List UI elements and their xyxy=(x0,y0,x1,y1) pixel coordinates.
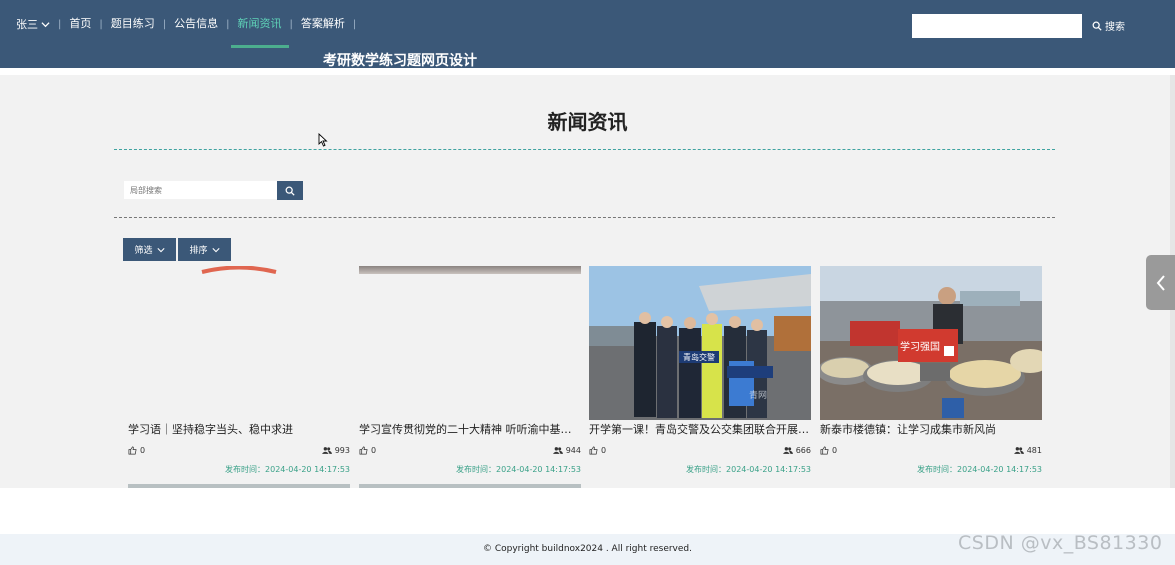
views: 944 xyxy=(552,444,581,456)
chevron-down-icon xyxy=(41,21,50,27)
nav-divider: | xyxy=(162,18,167,30)
sign-text: 青岛交警 xyxy=(683,352,715,362)
nav-divider: | xyxy=(99,18,103,30)
search-icon xyxy=(1092,21,1102,31)
news-thumbnail[interactable]: 青岛交警 青网 xyxy=(589,266,811,420)
search-label: 搜索 xyxy=(1105,22,1125,33)
chevron-down-icon xyxy=(156,247,165,252)
search-divider xyxy=(114,217,1055,218)
likes[interactable]: 0 xyxy=(820,444,837,456)
photo-watermark: 青网 xyxy=(749,389,767,401)
local-search-input[interactable] xyxy=(124,181,277,199)
nav-divider: | xyxy=(289,18,293,30)
likes[interactable]: 0 xyxy=(128,444,145,456)
news-card[interactable]: 学习语｜坚持稳字当头、稳中求进 0 993 发布时间：2024-04-20 14… xyxy=(128,266,350,475)
top-navbar: 张三 | 首页 | 题目练习 | 公告信息 | 新闻资讯 | 答案解析 | 搜索… xyxy=(0,0,1175,69)
thumbs-up-icon xyxy=(128,446,137,454)
title-divider xyxy=(114,149,1055,150)
sign-text: 学习强国 xyxy=(900,340,940,353)
users-icon xyxy=(782,446,793,454)
nav-divider: | xyxy=(226,18,230,30)
search-input[interactable] xyxy=(912,14,1082,38)
chevron-left-icon xyxy=(1156,274,1165,291)
main-nav: 张三 | 首页 | 题目练习 | 公告信息 | 新闻资讯 | 答案解析 | xyxy=(0,0,364,48)
next-row-card-edge xyxy=(128,484,350,488)
publish-date: 发布时间：2024-04-20 14:17:53 xyxy=(686,465,811,474)
users-icon xyxy=(321,446,332,454)
news-card[interactable]: 学习强国 新泰市楼德镇：让学习成集市新风尚 0 481 发布时间：2024-04… xyxy=(820,266,1042,475)
news-title[interactable]: 开学第一课！青岛交警及公交集团联合开展交通安全进校园活动 xyxy=(589,422,809,438)
side-panel-toggle[interactable] xyxy=(1146,255,1175,310)
views: 481 xyxy=(1013,444,1042,456)
sort-button[interactable]: 排序 xyxy=(178,238,231,261)
likes[interactable]: 0 xyxy=(359,444,376,456)
nav-news[interactable]: 新闻资讯 xyxy=(230,0,289,48)
next-row-card-edge xyxy=(359,484,581,488)
copyright-text: © Copyright buildnox2024 . All right res… xyxy=(482,544,692,554)
publish-date: 发布时间：2024-04-20 14:17:53 xyxy=(225,465,350,474)
news-thumbnail[interactable]: 学习强国 xyxy=(820,266,1042,420)
nav-practice[interactable]: 题目练习 xyxy=(111,0,155,48)
users-icon xyxy=(552,446,563,454)
sort-label: 排序 xyxy=(189,246,208,256)
search-button[interactable]: 搜索 xyxy=(1092,18,1125,33)
user-name: 张三 xyxy=(16,18,38,31)
news-card[interactable]: 学习宣传贯彻党的二十大精神 听听渝中基层干部怎么说 0 944 发布时间：202… xyxy=(359,266,581,475)
news-title[interactable]: 学习语｜坚持稳字当头、稳中求进 xyxy=(128,422,348,438)
views: 993 xyxy=(321,444,350,456)
nav-announcements[interactable]: 公告信息 xyxy=(174,0,218,48)
user-menu[interactable]: 张三 xyxy=(16,16,50,32)
site-title: 考研数学练习题网页设计 xyxy=(323,53,477,69)
news-thumbnail[interactable] xyxy=(359,266,581,420)
publish-date: 发布时间：2024-04-20 14:17:53 xyxy=(917,465,1042,474)
nav-divider: | xyxy=(58,18,62,30)
thumbs-up-icon xyxy=(589,446,598,454)
news-meta: 0 481 xyxy=(820,444,1042,456)
local-search-button[interactable] xyxy=(277,181,303,200)
views: 666 xyxy=(782,444,811,456)
csdn-watermark: CSDN @vx_BS81330 xyxy=(958,532,1163,554)
news-card[interactable]: 青岛交警 青网 开学第一课！青岛交警及公交集团联合开展交通安全进校园活动 0 6… xyxy=(589,266,811,475)
market-stall-photo: 学习强国 xyxy=(820,266,1042,420)
news-title[interactable]: 学习宣传贯彻党的二十大精神 听听渝中基层干部怎么说 xyxy=(359,422,579,438)
likes[interactable]: 0 xyxy=(589,444,606,456)
thumbs-up-icon xyxy=(820,446,829,454)
news-meta: 0 993 xyxy=(128,444,350,456)
news-title[interactable]: 新泰市楼德镇：让学习成集市新风尚 xyxy=(820,422,1040,438)
publish-date: 发布时间：2024-04-20 14:17:53 xyxy=(456,465,581,474)
news-meta: 0 944 xyxy=(359,444,581,456)
filter-label: 筛选 xyxy=(134,246,153,256)
news-meta: 0 666 xyxy=(589,444,811,456)
thumbs-up-icon xyxy=(359,446,368,454)
mouse-cursor-icon xyxy=(318,133,328,147)
nav-divider: | xyxy=(352,18,357,30)
nav-home[interactable]: 首页 xyxy=(69,0,91,48)
red-arc-graphic xyxy=(201,266,277,274)
users-icon xyxy=(1013,446,1024,454)
search-icon xyxy=(285,186,295,196)
chevron-down-icon xyxy=(211,247,220,252)
gray-image-top xyxy=(359,266,581,274)
news-thumbnail[interactable] xyxy=(128,266,350,420)
nav-answers[interactable]: 答案解析 xyxy=(301,0,345,48)
filter-button[interactable]: 筛选 xyxy=(123,238,176,261)
page-title: 新闻资讯 xyxy=(547,110,628,134)
police-children-photo: 青岛交警 青网 xyxy=(589,266,811,420)
